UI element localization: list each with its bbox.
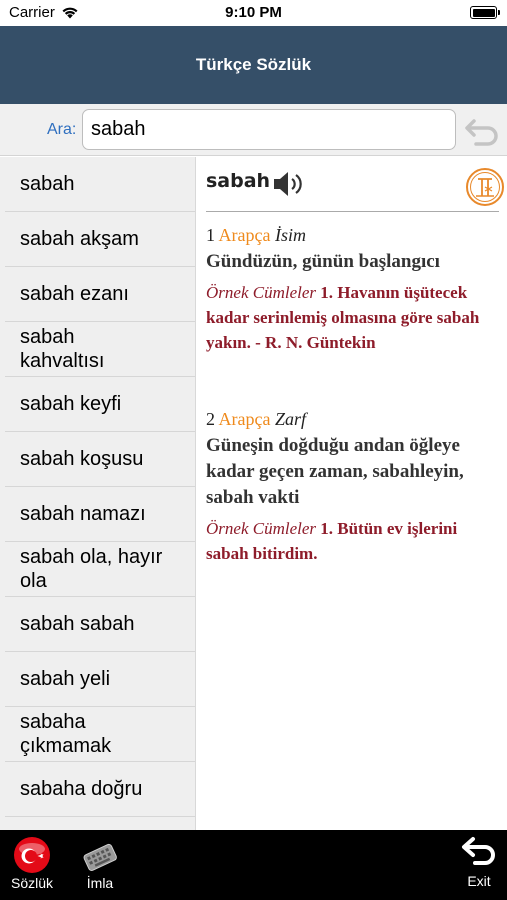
sense-number: 1 [206, 225, 215, 245]
word-list: sabah sabah akşam sabah ezanı sabah kahv… [0, 157, 196, 830]
sense-origin: Arapça [218, 409, 271, 429]
keyboard-icon [83, 843, 117, 872]
word-list-item[interactable]: sabah namazı [5, 487, 195, 542]
sense-meaning: Güneşin doğduğu andan öğleye kadar geçen… [206, 435, 464, 508]
exit-label: Exit [467, 873, 491, 889]
word-list-item-label: sabah kahvaltısı [20, 326, 105, 372]
navigation-bar: Türkçe Sözlük [0, 26, 507, 104]
sense-meta: 2 Arapça Zarf [206, 409, 502, 430]
search-input[interactable] [82, 109, 456, 150]
example-label: Örnek Cümleler [206, 519, 317, 538]
sense-1: 1 Arapça İsim Gündüzün, günün başlangıcı… [206, 225, 502, 355]
word-list-item[interactable]: sabah sabah [5, 597, 195, 652]
sense-meaning: Gündüzün, günün başlangıcı [206, 251, 440, 272]
word-list-item[interactable]: sabah akşam [5, 212, 195, 267]
example-label: Örnek Cümleler [206, 283, 317, 302]
exit-button[interactable]: Exit [455, 830, 503, 900]
word-list-item[interactable]: sabah yeli [5, 652, 195, 707]
word-list-item[interactable]: sabaha çıkmamak [5, 707, 195, 762]
speaker-icon[interactable] [272, 169, 306, 199]
tab-imla-label: İmla [86, 875, 114, 891]
tab-sozluk[interactable]: Sözlük [4, 830, 60, 900]
sense-origin: Arapça [218, 225, 271, 245]
exit-arrow-icon [462, 837, 495, 865]
undo-arrow-icon [465, 119, 498, 146]
sense-example: Örnek Cümleler 1. Bütün ev işlerini saba… [206, 516, 502, 566]
sense-example: Örnek Cümleler 1. Havanın üşütecek kadar… [206, 280, 502, 355]
sense-meta: 1 Arapça İsim [206, 225, 502, 246]
tab-imla[interactable]: İmla [78, 830, 122, 900]
clear-search-button[interactable] [460, 112, 502, 150]
sense-part-of-speech: İsim [274, 225, 306, 245]
definition-pane: sabah 1 Arapça İsim Gündüzün, günün başl… [197, 157, 507, 830]
entry-word: sabah [206, 170, 271, 192]
page-title: Türkçe Sözlük [195, 55, 312, 74]
sense-part-of-speech: Zarf [274, 409, 307, 429]
word-list-item[interactable]: sabah ola, hayır ola [5, 542, 195, 597]
search-label: Ara: [47, 121, 77, 138]
tab-bar: Sözlük İmla Exit [0, 830, 507, 900]
turkish-flag-icon [14, 837, 50, 873]
search-bar: Ara: [0, 104, 507, 156]
status-bar: Carrier 9:10 PM [0, 0, 507, 26]
word-list-item[interactable]: sabaha doğru [5, 762, 195, 817]
battery-icon [470, 6, 500, 19]
tab-sozluk-label: Sözlük [10, 875, 54, 891]
sense-number: 2 [206, 409, 215, 429]
status-time: 9:10 PM [225, 4, 282, 21]
word-list-item[interactable]: sabah ezanı [5, 267, 195, 322]
word-list-item[interactable]: sabah koşusu [5, 432, 195, 487]
sense-2: 2 Arapça Zarf Güneşin doğduğu andan öğle… [206, 409, 502, 566]
word-list-item-label: sabaha çıkmamak [20, 711, 112, 757]
word-list-item[interactable]: sabah keyfi [5, 377, 195, 432]
word-list-item[interactable]: sabah kahvaltısı [5, 322, 195, 377]
word-list-item[interactable]: sabah [5, 157, 195, 212]
tdk-logo [466, 168, 504, 206]
definition-header: sabah [206, 167, 504, 212]
